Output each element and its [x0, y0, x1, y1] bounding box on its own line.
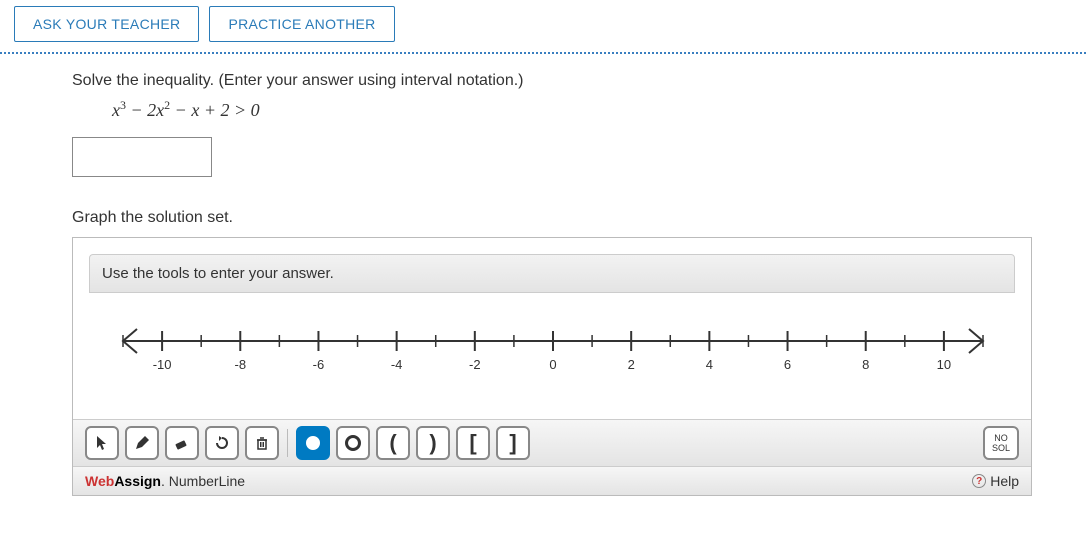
help-link[interactable]: ? Help [972, 473, 1019, 489]
closed-left-bracket-tool[interactable]: [ [456, 426, 490, 460]
brand-footer: WebAssign. NumberLine ? Help [73, 466, 1031, 495]
help-icon: ? [972, 474, 986, 488]
eraser-tool[interactable] [165, 426, 199, 460]
graph-section-label: Graph the solution set. [72, 209, 1086, 227]
open-left-paren-tool[interactable]: ( [376, 426, 410, 460]
closed-point-tool[interactable] [296, 426, 330, 460]
svg-text:6: 6 [784, 357, 791, 372]
numberline-tool-panel: Use the tools to enter your answer. -10-… [72, 237, 1032, 496]
pencil-tool[interactable] [125, 426, 159, 460]
open-right-paren-tool[interactable]: ) [416, 426, 450, 460]
numberline-canvas[interactable]: -10 -8 -6 -4 -2 0 2 4 6 8 10 [93, 311, 1011, 401]
webassign-brand: WebAssign. NumberLine [85, 473, 245, 489]
no-solution-tool[interactable]: NOSOL [983, 426, 1019, 460]
svg-text:2: 2 [628, 357, 635, 372]
trash-tool[interactable] [245, 426, 279, 460]
ask-teacher-button[interactable]: ASK YOUR TEACHER [14, 6, 199, 42]
closed-right-bracket-tool[interactable]: ] [496, 426, 530, 460]
svg-text:-8: -8 [234, 357, 246, 372]
inequality-equation: x3 − 2x2 − x + 2 > 0 [112, 98, 1086, 121]
question-prompt: Solve the inequality. (Enter your answer… [72, 72, 1086, 90]
svg-text:-4: -4 [391, 357, 403, 372]
svg-text:0: 0 [549, 357, 556, 372]
svg-text:-6: -6 [313, 357, 325, 372]
numberline-toolbar: ( ) [ ] NOSOL [73, 419, 1031, 466]
svg-text:10: 10 [937, 357, 951, 372]
panel-instructions: Use the tools to enter your answer. [89, 254, 1015, 293]
svg-text:8: 8 [862, 357, 869, 372]
pointer-tool[interactable] [85, 426, 119, 460]
svg-text:4: 4 [706, 357, 713, 372]
svg-text:-10: -10 [153, 357, 172, 372]
undo-tool[interactable] [205, 426, 239, 460]
interval-answer-input[interactable] [72, 137, 212, 177]
toolbar-divider [287, 429, 288, 457]
practice-another-button[interactable]: PRACTICE ANOTHER [209, 6, 394, 42]
open-point-tool[interactable] [336, 426, 370, 460]
svg-text:-2: -2 [469, 357, 481, 372]
